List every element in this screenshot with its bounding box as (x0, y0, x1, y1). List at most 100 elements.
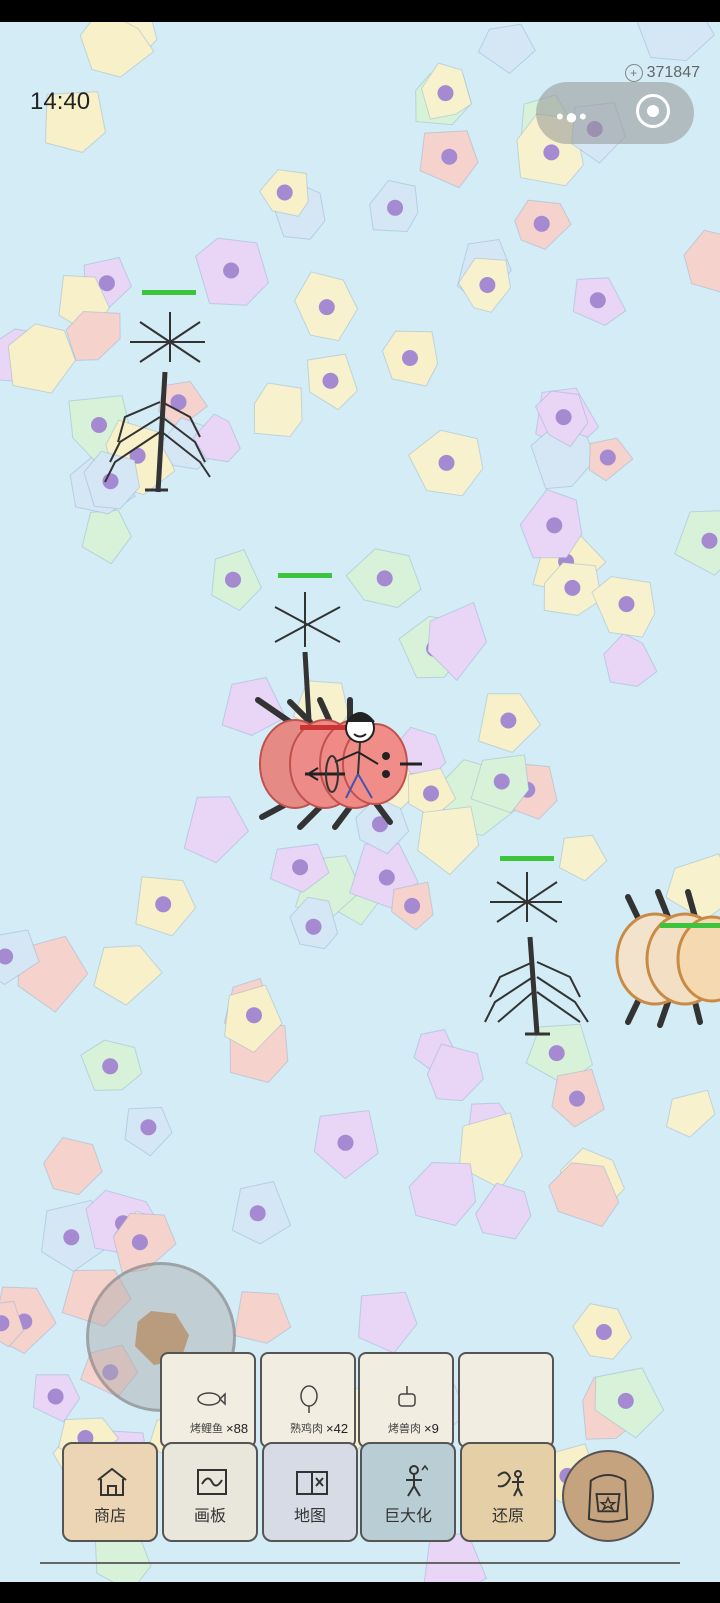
backpack-icon (587, 1474, 629, 1523)
cell-nucleus (543, 144, 560, 161)
cell-nucleus (589, 292, 606, 309)
restore-button[interactable]: 还原 (460, 1442, 556, 1542)
cell-shape (183, 796, 250, 864)
cell-nucleus (102, 1058, 119, 1075)
giant-mode-label: 巨大化 (383, 1508, 432, 1525)
roasted-meat-icon (398, 1386, 416, 1407)
restore-label: 还原 (491, 1508, 524, 1525)
stick-spider-enemy[interactable] (484, 856, 589, 1036)
grilled-fish-icon (197, 1392, 226, 1406)
cell-nucleus (599, 449, 616, 466)
cell-shape (683, 229, 720, 293)
inventory-slot-empty[interactable] (458, 1352, 554, 1448)
shop-button[interactable]: 商店 (62, 1442, 158, 1542)
cell-nucleus (378, 869, 395, 886)
cell-nucleus (402, 350, 418, 366)
cell-nucleus (438, 454, 455, 471)
cell-shape (665, 1089, 716, 1138)
cell-shape (93, 945, 163, 1006)
inventory-item-name: 熟鸡肉 (290, 1423, 323, 1435)
inventory-slot[interactable]: 熟鸡肉 ×42 (260, 1352, 356, 1448)
enemy-health-bar (278, 573, 332, 578)
cell-nucleus (564, 579, 581, 596)
shop-icon (97, 1467, 127, 1496)
cell-shape (558, 834, 608, 882)
map-button[interactable]: 地图 (262, 1442, 358, 1542)
cell-nucleus (155, 896, 172, 913)
cell-shape (417, 806, 480, 876)
cell-nucleus (479, 277, 496, 293)
enemy-health-bar (142, 290, 196, 295)
cell-nucleus (493, 773, 510, 790)
cell-nucleus (318, 299, 335, 316)
backpack-button[interactable] (562, 1450, 654, 1542)
ground-line (40, 1562, 680, 1564)
cell-nucleus (618, 596, 635, 613)
restore-icon (497, 1470, 524, 1497)
map-label: 地图 (293, 1508, 326, 1525)
close-target-icon[interactable] (636, 94, 670, 128)
cell-nucleus (701, 532, 718, 549)
enemy-health-bar (660, 923, 720, 928)
inventory-item-count: ×42 (326, 1421, 349, 1436)
status-time: 14:40 (30, 88, 91, 115)
cell-nucleus (225, 571, 241, 588)
cell-nucleus (98, 275, 115, 292)
cell-nucleus (246, 1007, 262, 1024)
canvas-icon (197, 1469, 227, 1495)
cell-nucleus (140, 1119, 157, 1136)
cell-nucleus (569, 1090, 585, 1107)
canvas-button[interactable]: 画板 (162, 1442, 258, 1542)
cell-shape (603, 632, 658, 687)
cell-nucleus (276, 184, 293, 201)
inventory-slot[interactable]: 烤兽肉 ×9 (358, 1352, 454, 1448)
cell-nucleus (47, 1388, 64, 1405)
enemy-health-bar (300, 725, 350, 730)
cell-shape (233, 1291, 292, 1344)
cell-shape (253, 382, 303, 438)
cell-nucleus (546, 517, 563, 534)
inventory-item-name: 烤兽肉 (388, 1423, 421, 1435)
cell-nucleus (249, 1205, 266, 1222)
map-icon (296, 1471, 328, 1495)
inventory-item-name: 烤鲤鱼 (190, 1423, 223, 1435)
cell-nucleus (437, 85, 454, 102)
cell-nucleus (441, 148, 458, 165)
cell-nucleus (617, 1392, 634, 1409)
giant-mode-button[interactable]: 巨大化 (360, 1442, 456, 1542)
gem-icon: + (624, 64, 643, 82)
cell-shape (81, 509, 132, 565)
cell-nucleus (322, 372, 339, 389)
cell-shape (357, 1291, 418, 1354)
cell-shape (636, 22, 715, 62)
canvas-label: 画板 (193, 1508, 226, 1525)
mini-program-capsule[interactable]: •●• (536, 82, 694, 144)
cell-shape (43, 1137, 103, 1196)
inventory-item-count: ×9 (424, 1421, 439, 1436)
currency-amount: 371847 (646, 64, 700, 81)
cell-nucleus (423, 785, 439, 802)
cell-shape (408, 1161, 477, 1227)
cell-nucleus (337, 1134, 354, 1151)
cell-nucleus (63, 1229, 80, 1246)
cell-nucleus (305, 918, 322, 935)
cell-nucleus (500, 712, 517, 729)
shop-label: 商店 (93, 1508, 126, 1525)
cell-nucleus (91, 417, 107, 433)
cell-nucleus (376, 570, 393, 587)
giant-icon (406, 1464, 428, 1497)
cell-nucleus (548, 1045, 565, 1062)
more-menu-icon[interactable]: •●• (556, 104, 588, 130)
cell-nucleus (292, 859, 309, 876)
cell-nucleus (387, 199, 404, 216)
cell-shape (477, 23, 536, 75)
inventory-item-count: ×88 (226, 1421, 249, 1436)
enemy-health-bar (500, 856, 554, 861)
cell-nucleus (223, 262, 240, 279)
cell-nucleus (533, 215, 550, 232)
cell-nucleus (595, 1324, 612, 1340)
cooked-chicken-icon (300, 1385, 318, 1413)
inventory-slot[interactable]: 烤鲤鱼 ×88 (160, 1352, 256, 1448)
currency-display: + 371847 (624, 64, 700, 82)
game-viewport[interactable]: 14:40 + 371847 •●• 烤鲤鱼 ×88 熟鸡肉 ×42 烤兽肉 ×… (0, 22, 720, 1582)
